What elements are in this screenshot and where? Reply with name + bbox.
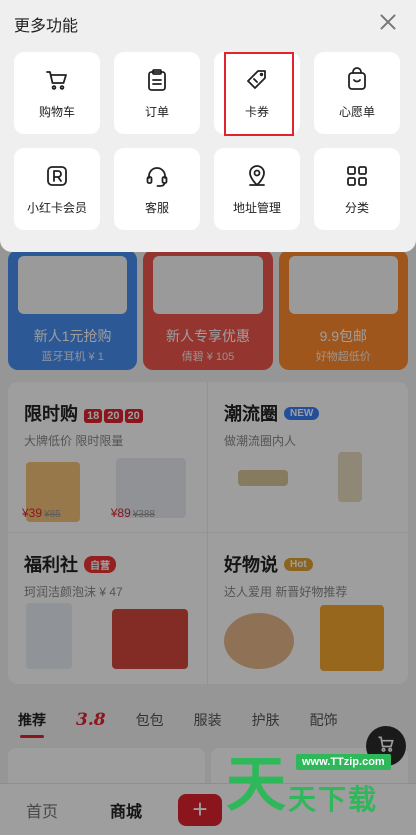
menu-item-label: 小红卡会员 xyxy=(26,200,87,215)
menu-item-label: 卡券 xyxy=(244,104,269,119)
watermark-url: www.TTzip.com xyxy=(296,754,391,770)
menu-item-address[interactable]: 地址管理 xyxy=(214,148,300,230)
category-grid-icon xyxy=(344,163,370,189)
menu-item-label: 客服 xyxy=(144,200,169,215)
watermark-glyph: 天 xyxy=(226,750,286,820)
coupon-tag-icon xyxy=(244,67,270,93)
menu-item-membership[interactable]: 小红卡会员 xyxy=(14,148,100,230)
bag-smile-icon xyxy=(344,66,370,93)
menu-item-cart[interactable]: 购物车 xyxy=(14,52,100,134)
close-icon[interactable] xyxy=(376,10,400,34)
panel-title: 更多功能 xyxy=(14,18,79,35)
menu-item-wishlist[interactable]: 心愿单 xyxy=(314,52,400,134)
watermark-text: 天下载 xyxy=(288,784,379,815)
menu-item-orders[interactable]: 订单 xyxy=(114,52,200,134)
function-grid: 购物车 订单 卡券 心愿单 小红卡会员 客服 地址管理 分类 xyxy=(14,52,402,230)
menu-item-label: 购物车 xyxy=(38,104,75,119)
menu-item-categories[interactable]: 分类 xyxy=(314,148,400,230)
menu-item-label: 心愿单 xyxy=(338,104,375,119)
menu-item-coupons[interactable]: 卡券 xyxy=(214,52,300,134)
more-functions-panel: 更多功能 购物车 订单 卡券 心愿单 小红卡会员 客服 地址管理 分类 xyxy=(0,0,416,252)
headset-icon xyxy=(144,163,170,189)
menu-item-customer-service[interactable]: 客服 xyxy=(114,148,200,230)
menu-item-label: 订单 xyxy=(144,104,169,119)
location-pin-icon xyxy=(244,163,270,189)
site-watermark: 天 www.TTzip.com 天下载 xyxy=(226,744,406,826)
r-badge-icon xyxy=(44,163,70,189)
menu-item-label: 分类 xyxy=(344,200,369,215)
menu-item-label: 地址管理 xyxy=(232,200,281,215)
clipboard-order-icon xyxy=(144,67,170,93)
shopping-cart-icon xyxy=(44,67,70,93)
